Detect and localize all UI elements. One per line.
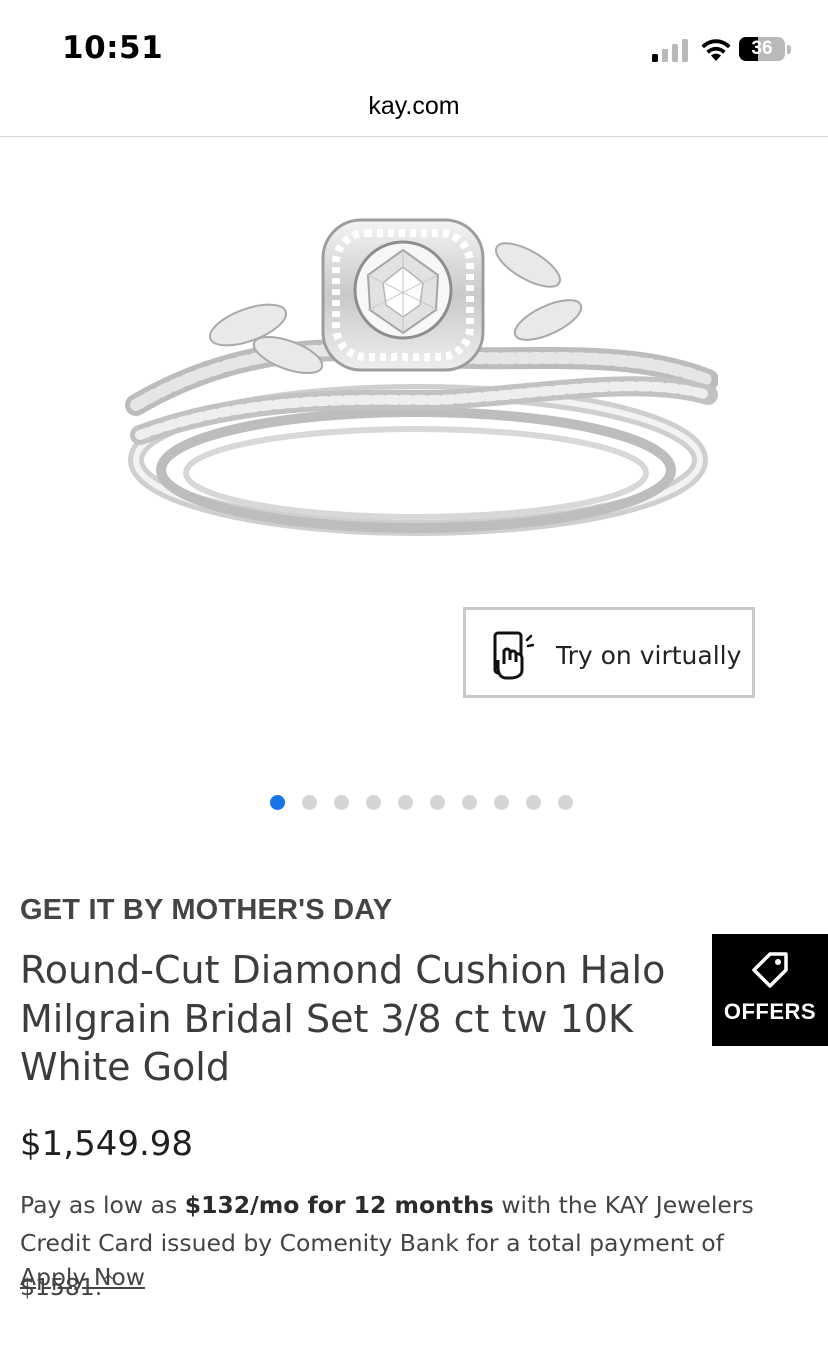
offers-label: OFFERS <box>723 999 817 1024</box>
status-time: 10:51 <box>62 30 164 66</box>
financing-prefix: Pay as low as <box>20 1191 185 1219</box>
apply-now-link[interactable]: Apply Now <box>20 1263 145 1291</box>
delivery-promo: GET IT BY MOTHER'S DAY <box>20 894 393 926</box>
product-title: Round-Cut Diamond Cushion Halo Milgrain … <box>20 948 666 1089</box>
tag-icon <box>752 952 788 988</box>
wifi-icon <box>701 39 731 61</box>
carousel-dot[interactable] <box>398 795 413 810</box>
carousel-dot[interactable] <box>302 795 317 810</box>
carousel-dot[interactable] <box>494 795 509 810</box>
status-bar: 10:51 36 <box>0 0 828 90</box>
try-on-label: Try on virtually <box>556 641 742 670</box>
battery-icon: 36 <box>739 37 793 63</box>
carousel-dot[interactable] <box>558 795 573 810</box>
phone-hand-icon <box>493 631 534 680</box>
carousel-dot[interactable] <box>462 795 477 810</box>
carousel-dot[interactable] <box>366 795 381 810</box>
battery-level: 36 <box>751 38 773 59</box>
address-bar[interactable]: kay.com <box>0 88 828 137</box>
financing-highlight: $132/mo for 12 months <box>184 1191 494 1219</box>
carousel-dot[interactable] <box>270 795 285 810</box>
try-on-virtually-button[interactable]: Try on virtually <box>463 607 755 698</box>
product-price: $1,549.98 <box>20 1124 194 1164</box>
offers-button[interactable]: OFFERS <box>712 934 828 1046</box>
url-text[interactable]: kay.com <box>0 92 828 121</box>
ring-image[interactable] <box>118 195 718 575</box>
carousel-dot[interactable] <box>430 795 445 810</box>
carousel-dot[interactable] <box>334 795 349 810</box>
carousel-dot[interactable] <box>526 795 541 810</box>
cellular-signal-icon <box>652 39 688 62</box>
